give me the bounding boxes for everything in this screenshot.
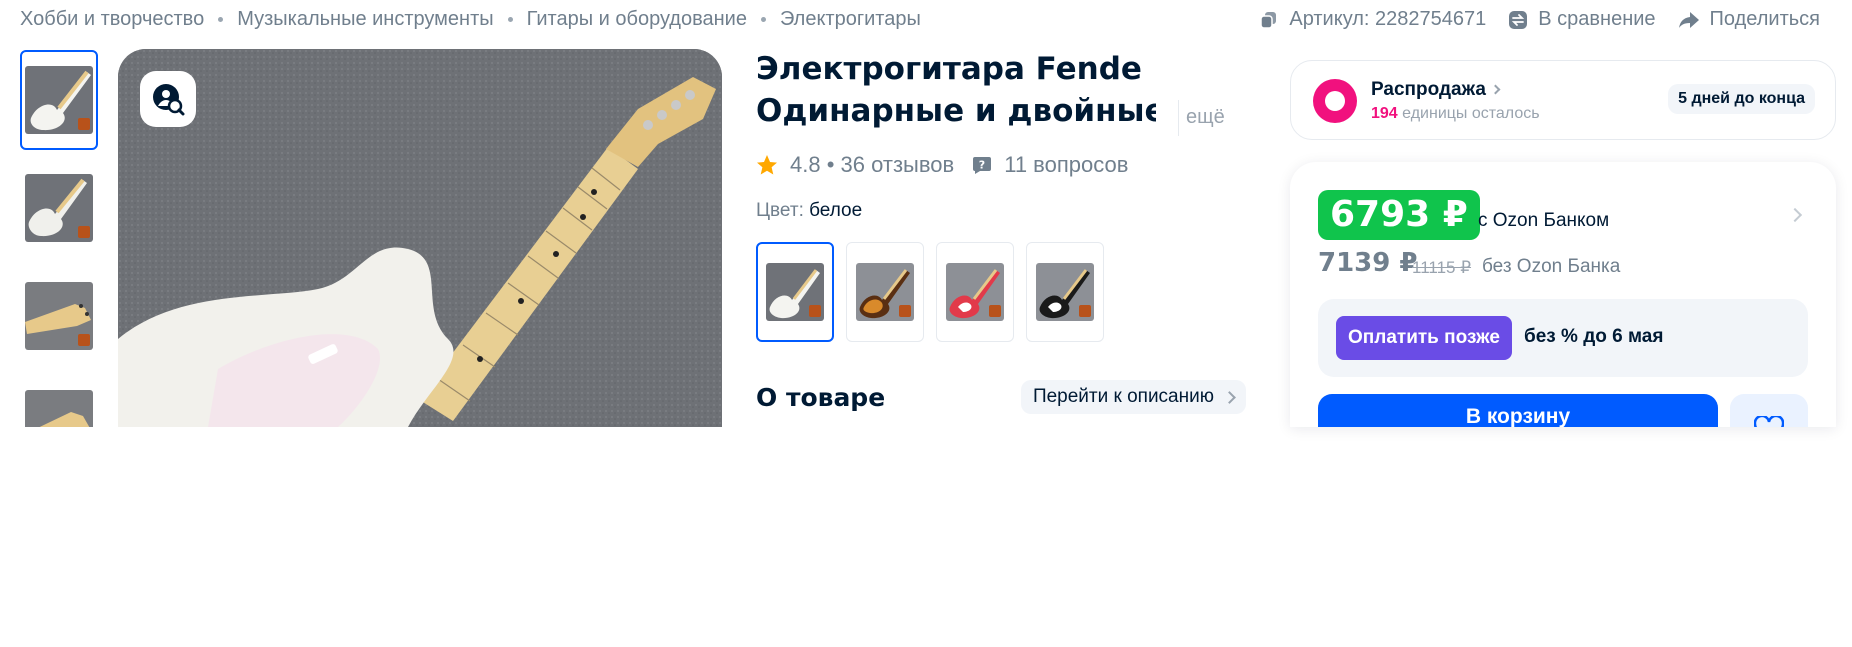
thumbnail-image bbox=[25, 66, 93, 134]
thumbnail-list bbox=[20, 50, 98, 427]
heart-icon bbox=[1754, 416, 1784, 427]
compare-label: В сравнение bbox=[1538, 8, 1656, 30]
article-label: Артикул: 2282754671 bbox=[1289, 8, 1487, 30]
variant-image bbox=[766, 263, 824, 321]
question-icon: ? bbox=[973, 157, 992, 174]
rating-separator: • bbox=[820, 152, 841, 177]
share-button[interactable]: Поделиться bbox=[1678, 8, 1820, 31]
variant-image bbox=[946, 263, 1004, 321]
thumbnail-image bbox=[25, 282, 93, 350]
sale-logo-icon bbox=[1313, 79, 1357, 123]
breadcrumb-separator bbox=[218, 17, 224, 22]
pay-later-button[interactable]: Оплатить позже bbox=[1336, 316, 1512, 360]
price-card: 6793 ₽ с Ozon Банком 7139 ₽ 11115 ₽ без … bbox=[1290, 162, 1836, 427]
rating-value[interactable]: 4.8 bbox=[790, 152, 821, 178]
color-label: Цвет: bbox=[756, 200, 804, 221]
photo-search-button[interactable] bbox=[140, 71, 196, 127]
ozon-card-price[interactable]: 6793 ₽ bbox=[1318, 190, 1480, 240]
sale-days-badge: 5 дней до конца bbox=[1668, 84, 1815, 114]
breadcrumb-separator bbox=[760, 17, 766, 22]
goto-description-button[interactable]: Перейти к описанию bbox=[1020, 380, 1246, 414]
without-bank-label: без Ozon Банка bbox=[1482, 256, 1621, 277]
thumbnail-1[interactable] bbox=[20, 50, 98, 150]
sale-remaining: 194 единицы осталось bbox=[1371, 105, 1540, 123]
thumbnail-3[interactable] bbox=[20, 266, 98, 366]
compare-icon bbox=[1509, 10, 1528, 29]
title-more-link[interactable]: ещё bbox=[1186, 106, 1225, 129]
with-bank-label: с Ozon Банком bbox=[1478, 210, 1610, 231]
pay-later-terms: без % до 6 мая bbox=[1524, 326, 1664, 347]
sale-remaining-count: 194 bbox=[1371, 105, 1398, 122]
about-title: О товаре bbox=[756, 382, 886, 412]
thumbnail-4[interactable] bbox=[20, 374, 98, 427]
copy-icon bbox=[1260, 11, 1277, 29]
product-title-line-1: Электрогитара Fende bbox=[756, 51, 1142, 87]
questions-link[interactable]: 11 вопросов bbox=[1004, 152, 1128, 178]
sale-remaining-text: единицы осталось bbox=[1402, 105, 1540, 122]
thumbnail-image bbox=[25, 390, 93, 427]
variant-image bbox=[856, 263, 914, 321]
sale-title: Распродажа bbox=[1371, 79, 1501, 101]
regular-price: 7139 ₽ bbox=[1318, 248, 1418, 278]
breadcrumb: Хобби и творчество Музыкальные инструмен… bbox=[20, 8, 921, 31]
product-title: Электрогитара Fende Одинарные и двойные.… bbox=[756, 48, 1156, 132]
pay-later-box[interactable]: Оплатить позже без % до 6 мая bbox=[1318, 299, 1808, 377]
chevron-right-icon bbox=[1490, 84, 1501, 95]
variant-black[interactable] bbox=[1026, 242, 1104, 342]
sale-banner[interactable]: Распродажа 194 единицы осталось 5 дней д… bbox=[1290, 60, 1836, 140]
product-title-line-2: Одинарные и двойные... bbox=[756, 93, 1156, 129]
breadcrumb-separator bbox=[507, 17, 513, 22]
share-icon bbox=[1678, 11, 1699, 28]
about-row: О товаре Перейти к описанию bbox=[756, 380, 1246, 414]
share-label: Поделиться bbox=[1709, 8, 1820, 30]
svg-text:?: ? bbox=[979, 159, 985, 172]
breadcrumb-item-instruments[interactable]: Музыкальные инструменты bbox=[237, 8, 493, 31]
chevron-right-icon[interactable] bbox=[1787, 207, 1803, 223]
product-info: Электрогитара Fende Одинарные и двойные.… bbox=[756, 48, 1246, 414]
compare-button[interactable]: В сравнение bbox=[1508, 8, 1656, 31]
add-to-cart-button[interactable]: В корзину bbox=[1318, 394, 1718, 427]
breadcrumb-item-electric-guitars[interactable]: Электрогитары bbox=[780, 8, 921, 31]
breadcrumb-item-hobby[interactable]: Хобби и творчество bbox=[20, 8, 204, 31]
variant-white[interactable] bbox=[756, 242, 834, 342]
reviews-link[interactable]: 36 отзывов bbox=[841, 152, 955, 178]
product-actions: Артикул: 2282754671 В сравнение Поделить… bbox=[1259, 8, 1820, 31]
rating-row: 4.8 • 36 отзывов ? 11 вопросов bbox=[756, 152, 1128, 178]
color-value: белое bbox=[809, 200, 863, 221]
breadcrumb-item-guitars[interactable]: Гитары и оборудование bbox=[527, 8, 747, 31]
variant-red[interactable] bbox=[936, 242, 1014, 342]
divider bbox=[1178, 100, 1179, 136]
old-price: 11115 ₽ bbox=[1412, 258, 1472, 277]
sale-title-text: Распродажа bbox=[1371, 79, 1486, 100]
variant-image bbox=[1036, 263, 1094, 321]
article-number[interactable]: Артикул: 2282754671 bbox=[1259, 8, 1486, 31]
color-row: Цвет: белое bbox=[756, 200, 862, 222]
variant-sunburst[interactable] bbox=[846, 242, 924, 342]
main-product-image[interactable] bbox=[118, 49, 722, 427]
color-variants bbox=[756, 242, 1104, 342]
top-bar: Хобби и творчество Музыкальные инструмен… bbox=[0, 0, 1852, 40]
star-icon bbox=[757, 155, 777, 175]
favorite-button[interactable] bbox=[1730, 394, 1808, 427]
photo-search-icon bbox=[153, 84, 185, 116]
thumbnail-2[interactable] bbox=[20, 158, 98, 258]
guitar-photo bbox=[118, 49, 722, 427]
thumbnail-image bbox=[25, 174, 93, 242]
